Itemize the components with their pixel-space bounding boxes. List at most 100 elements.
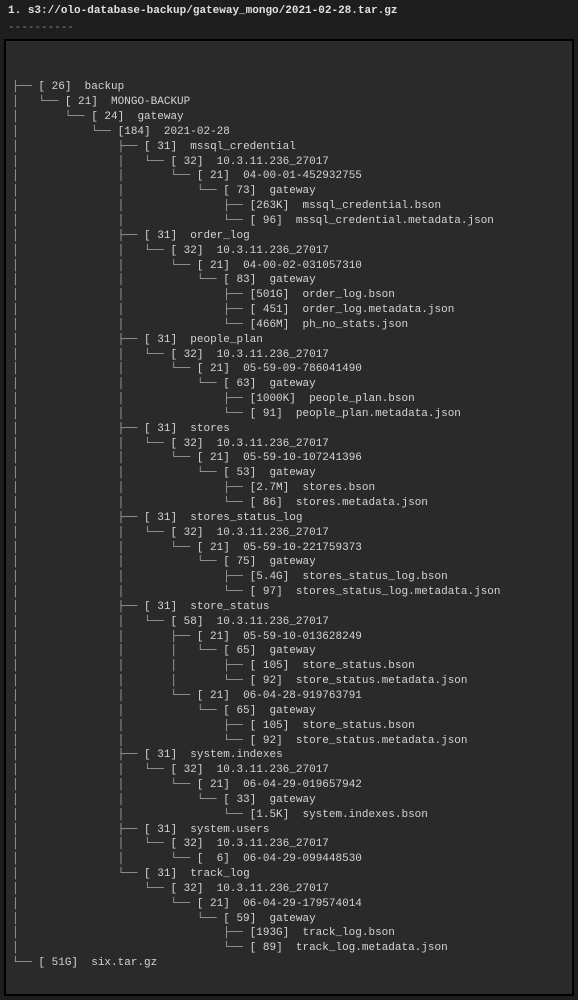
tree-name: stores_status_log xyxy=(190,512,302,524)
tree-name: mssql_credential xyxy=(190,141,296,153)
tree-bracket-close: ] xyxy=(197,349,217,361)
tree-name: 06-04-29-099448530 xyxy=(243,853,362,865)
tree-size: 32 xyxy=(177,838,197,850)
tree-bracket-close: ] xyxy=(276,497,296,509)
tree-bracket-open: [ xyxy=(144,423,151,435)
tree-bracket-open: [ xyxy=(144,230,151,242)
tree-size: 5.4G xyxy=(256,571,282,583)
tree-size: 24 xyxy=(98,111,118,123)
tree-bracket-close: ] xyxy=(223,170,243,182)
tree-bracket-close: ] xyxy=(223,631,243,643)
tree-branch: │ ├── xyxy=(12,230,144,242)
tree-name: 10.3.11.236_27017 xyxy=(217,838,329,850)
tree-bracket-open: [ xyxy=(144,601,151,613)
tree-branch: │ └── xyxy=(12,942,250,954)
tree-bracket-close: ] xyxy=(250,467,270,479)
tree-line: │ │ └── [ 21] 06-04-29-019657942 xyxy=(12,778,566,793)
tree-bracket-close: ] xyxy=(170,512,190,524)
tree-size: 32 xyxy=(177,245,197,257)
tree-branch: │ │ └── xyxy=(12,467,223,479)
tree-bracket-close: ] xyxy=(283,571,303,583)
tree-line: │ ├── [ 31] stores xyxy=(12,422,566,437)
tree-size: 31 xyxy=(151,601,171,613)
tree-name: gateway xyxy=(269,274,315,286)
tree-name: gateway xyxy=(269,645,315,657)
tree-size: 31 xyxy=(151,824,171,836)
tree-bracket-close: ] xyxy=(250,913,270,925)
tree-name: 10.3.11.236_27017 xyxy=(217,438,329,450)
tree-bracket-open: [ xyxy=(91,111,98,123)
tree-bracket-close: ] xyxy=(223,779,243,791)
tree-bracket-close: ] xyxy=(250,274,270,286)
tree-branch: ├── xyxy=(12,81,38,93)
tree-line: │ └── [ 24] gateway xyxy=(12,110,566,125)
tree-size: 466M xyxy=(256,319,282,331)
tree-bracket-close: ] xyxy=(276,675,296,687)
tree-size: 501G xyxy=(256,289,282,301)
tree-line: │ │ └── [ 97] stores_status_log.metadata… xyxy=(12,585,566,600)
tree-size: 31 xyxy=(151,423,171,435)
tree-size: 31 xyxy=(151,749,171,761)
tree-size: 75 xyxy=(230,556,250,568)
tree-branch: │ │ └── xyxy=(12,260,197,272)
tree-size: 73 xyxy=(230,185,250,197)
tree-size: 184 xyxy=(124,126,144,138)
tree-name: store_status xyxy=(190,601,269,613)
tree-bracket-close: ] xyxy=(170,423,190,435)
tree-bracket-open: [ xyxy=(223,274,230,286)
tree-size: 92 xyxy=(256,675,276,687)
tree-bracket-close: ] xyxy=(223,690,243,702)
tree-bracket-close: ] xyxy=(223,853,243,865)
tree-bracket-close: ] xyxy=(223,452,243,464)
tree-line: │ │ └── [ 75] gateway xyxy=(12,555,566,570)
tree-bracket-close: ] xyxy=(283,482,303,494)
tree-branch: │ │ └── xyxy=(12,794,223,806)
tree-line: │ │ └── [ 63] gateway xyxy=(12,377,566,392)
tree-branch: │ │ └── xyxy=(12,809,250,821)
tree-output: ├── [ 26] backup│ └── [ 21] MONGO-BACKUP… xyxy=(4,39,574,996)
tree-size: 21 xyxy=(71,96,91,108)
tree-branch: │ │ └── xyxy=(12,215,250,227)
tree-name: gateway xyxy=(269,556,315,568)
tree-branch: │ │ ├── xyxy=(12,571,250,583)
tree-branch: │ │ └── xyxy=(12,497,250,509)
tree-name: store_status.bson xyxy=(302,720,414,732)
tree-name: 04-00-02-031057310 xyxy=(243,260,362,272)
tree-bracket-open: [ xyxy=(144,141,151,153)
tree-branch: │ ├── xyxy=(12,141,144,153)
tree-size: 32 xyxy=(177,883,197,895)
tree-branch: │ └── xyxy=(12,126,118,138)
tree-line: │ │ └── [ 32] 10.3.11.236_27017 xyxy=(12,348,566,363)
tree-bracket-close: ] xyxy=(197,527,217,539)
tree-name: gateway xyxy=(269,913,315,925)
tree-line: └── [ 51G] six.tar.gz xyxy=(12,956,566,971)
tree-line: │ ├── [ 31] order_log xyxy=(12,229,566,244)
tree-size: 105 xyxy=(256,720,282,732)
tree-name: order_log xyxy=(190,230,249,242)
tree-line: │ │ │ └── [ 92] store_status.metadata.js… xyxy=(12,674,566,689)
tree-size: 32 xyxy=(177,527,197,539)
tree-size: 97 xyxy=(256,586,276,598)
tree-bracket-open: [ xyxy=(223,378,230,390)
tree-branch: │ └── xyxy=(12,868,144,880)
tree-bracket-close: ] xyxy=(276,408,296,420)
tree-branch: │ │ ├── xyxy=(12,720,250,732)
tree-bracket-open: [ xyxy=(223,794,230,806)
tree-line: │ │ ├── [ 105] store_status.bson xyxy=(12,719,566,734)
tree-branch: │ │ └── xyxy=(12,245,170,257)
tree-size: 1000K xyxy=(256,393,289,405)
tree-size: 32 xyxy=(177,438,197,450)
tree-line: │ │ └── [ 21] 04-00-01-452932755 xyxy=(12,169,566,184)
tree-size: 21 xyxy=(203,631,223,643)
tree-bracket-open: [ xyxy=(223,705,230,717)
tree-line: │ └── [ 32] 10.3.11.236_27017 xyxy=(12,882,566,897)
tree-name: 10.3.11.236_27017 xyxy=(217,527,329,539)
tree-bracket-close: ] xyxy=(283,200,303,212)
tree-bracket-close: ] xyxy=(197,156,217,168)
tree-size: 65 xyxy=(230,645,250,657)
tree-branch: │ │ └── xyxy=(12,542,197,554)
tree-bracket-open: [ xyxy=(223,185,230,197)
tree-name: 05-59-10-013628249 xyxy=(243,631,362,643)
tree-size: 58 xyxy=(177,616,197,628)
tree-name: people_plan.metadata.json xyxy=(296,408,461,420)
